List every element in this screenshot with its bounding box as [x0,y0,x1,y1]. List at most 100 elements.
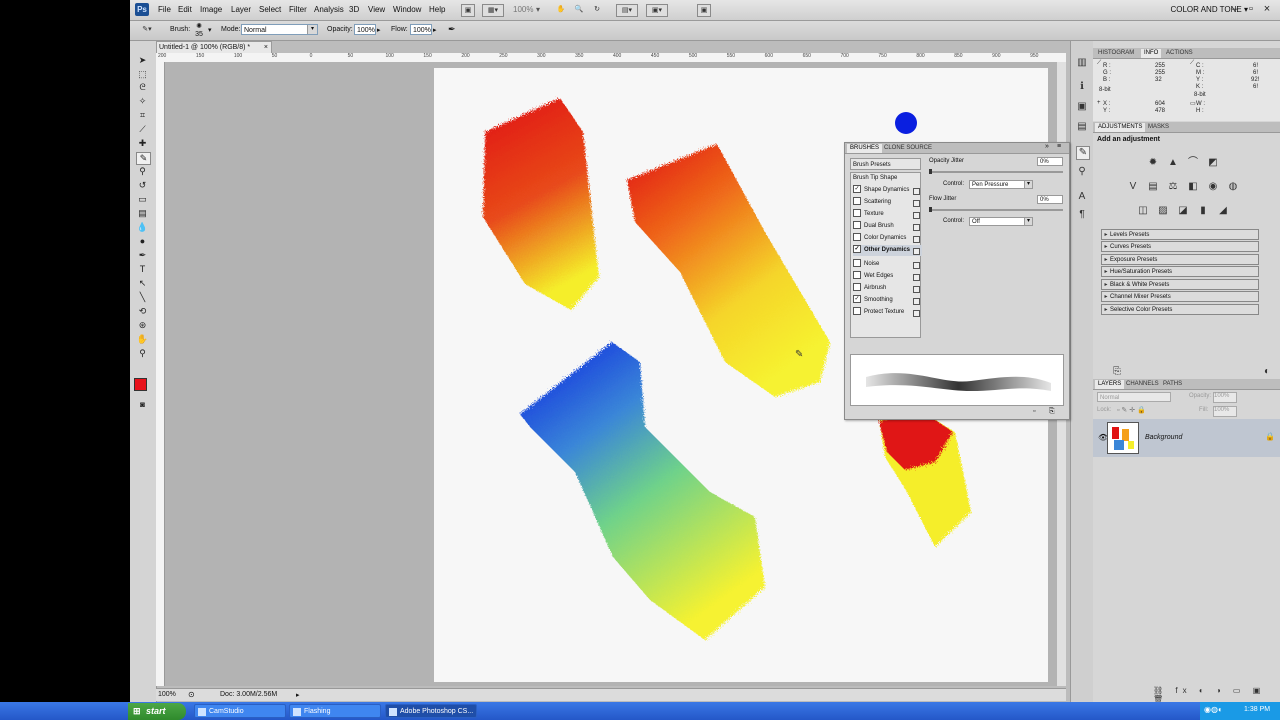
3d-rotate-tool-icon[interactable]: ⟲ [136,306,149,317]
eyedropper-tool-icon[interactable]: ⟋ [136,124,149,135]
levels-presets[interactable]: ▸ Levels Presets [1101,229,1259,240]
black-white-presets[interactable]: ▸ Black & White Presets [1101,279,1259,290]
checkbox[interactable] [853,209,861,218]
dual-brush-item[interactable]: Dual Brush [853,221,922,232]
checkbox[interactable]: ✓ [853,185,861,194]
curves-icon[interactable]: ⌒ [1187,157,1199,169]
tab-paths[interactable]: PATHS [1160,380,1185,389]
arrange-documents-icon[interactable]: ▤▾ [616,4,638,17]
mode-select[interactable]: Normal ▾ [241,24,318,35]
quick-select-tool-icon[interactable]: ✧ [136,96,149,107]
move-tool-icon[interactable]: ➤ [136,55,149,66]
navigator-panel-icon[interactable]: ▣ [1076,101,1088,113]
exposure-icon[interactable]: ◩ [1207,157,1219,169]
histogram-panel-icon[interactable]: ▥ [1076,57,1088,69]
noise-item[interactable]: Noise [853,259,922,270]
opacity-slider-icon[interactable]: ▸ [377,26,381,34]
view-extras-icon[interactable]: ▦▾ [482,4,504,17]
adjustments-menu-icon[interactable]: ◐ [1261,366,1273,378]
bridge-icon[interactable]: ▣ [461,4,475,17]
brush-dropdown-icon[interactable]: ▾ [208,26,212,34]
history-brush-tool-icon[interactable]: ↺ [136,180,149,191]
opacity-jitter-input[interactable]: 0% [1037,157,1063,166]
airbrush-item[interactable]: Airbrush [853,283,922,294]
menu-edit[interactable]: Edit [178,5,192,14]
tab-histogram[interactable]: HISTOGRAM [1095,49,1137,58]
menu-layer[interactable]: Layer [231,5,251,14]
clone-stamp-tool-icon[interactable]: ⚲ [136,166,149,177]
clone-source-panel-icon[interactable]: ⚲ [1076,166,1088,178]
flow-slider-icon[interactable]: ▸ [433,26,437,34]
brushes-panel-icon[interactable]: ✎ [1076,146,1090,160]
panel-menu-icon[interactable]: ≡ [1057,143,1061,150]
layer-name[interactable]: Background [1145,434,1182,441]
checkbox[interactable] [853,197,861,206]
lock-icon[interactable] [913,248,920,255]
character-panel-icon[interactable]: A [1076,191,1088,203]
flow-jitter-input[interactable]: 0% [1037,195,1063,204]
close-document-icon[interactable]: × [264,42,268,53]
slider-thumb[interactable] [929,169,932,174]
opacity-jitter-slider[interactable] [929,169,1063,174]
collapse-icon[interactable]: » [1045,143,1049,150]
channel-mixer-icon[interactable]: ◍ [1227,181,1239,193]
menu-help[interactable]: Help [429,5,445,14]
blend-mode-select[interactable]: Normal [1097,392,1171,402]
hue-saturation-presets[interactable]: ▸ Hue/Saturation Presets [1101,266,1259,277]
lock-icon[interactable] [913,200,920,207]
brush-tool-icon[interactable]: ✎ [136,152,151,165]
tab-adjustments[interactable]: ADJUSTMENTS [1095,123,1146,132]
tab-masks[interactable]: MASKS [1145,123,1172,132]
info-panel-icon[interactable]: ℹ [1076,81,1088,93]
checkbox[interactable] [853,259,861,268]
tab-clone-source[interactable]: CLONE SOURCE [881,144,935,153]
checkbox[interactable] [853,221,861,230]
flow-jitter-slider[interactable] [929,207,1063,212]
new-brush-icon[interactable]: ▫ [1033,408,1035,415]
tray-icons[interactable]: ◉◍◐ [1204,705,1223,714]
zoom-dropdown-icon[interactable]: ▾ [536,5,540,14]
lock-icon[interactable] [913,298,920,305]
zoom-tool-icon[interactable]: 🔍 [573,4,585,15]
start-button[interactable]: ⊞ start [128,703,186,720]
other-dynamics-item[interactable]: ✓ Other Dynamics [853,245,922,256]
dodge-tool-icon[interactable]: ● [136,236,149,247]
taskbar-item-photoshop[interactable]: Adobe Photoshop CS... [385,704,477,718]
selective-color-presets[interactable]: ▸ Selective Color Presets [1101,304,1259,315]
zoom-tool-icon[interactable]: ⚲ [136,348,149,359]
selective-color-icon[interactable]: ◢ [1217,205,1229,217]
rotate-view-icon[interactable]: ↻ [591,4,603,15]
menu-3d[interactable]: 3D [349,5,359,14]
curves-presets[interactable]: ▸ Curves Presets [1101,241,1259,252]
texture-item[interactable]: Texture [853,209,922,220]
channel-mixer-presets[interactable]: ▸ Channel Mixer Presets [1101,291,1259,302]
marquee-tool-icon[interactable]: ⬚ [136,69,149,80]
tab-layers[interactable]: LAYERS [1095,380,1125,389]
maximize-icon[interactable]: ▫ [1244,2,1258,16]
checkbox[interactable] [853,271,861,280]
status-arrow-icon[interactable]: ▸ [296,691,300,699]
3d-orbit-tool-icon[interactable]: ⊛ [136,320,149,331]
lock-icon[interactable] [913,224,920,231]
vibrance-icon[interactable]: V [1127,181,1139,193]
brush-presets-button[interactable]: Brush Presets [850,158,921,170]
shape-dynamics-item[interactable]: ✓ Shape Dynamics [853,185,922,196]
menu-select[interactable]: Select [259,5,281,14]
lock-icon[interactable] [913,310,920,317]
slider-thumb[interactable] [929,207,932,212]
screen-mode-icon[interactable]: ▣▾ [646,4,668,17]
path-selection-tool-icon[interactable]: ↖ [136,278,149,289]
control-select-1[interactable]: Pen Pressure ▾ [969,180,1033,189]
exposure-presets[interactable]: ▸ Exposure Presets [1101,254,1259,265]
checkbox[interactable]: ✓ [853,295,861,304]
opacity-input[interactable]: 100% [354,24,376,35]
lock-icons[interactable]: ▫ ✎ ✛ 🔒 [1117,406,1146,414]
flow-input[interactable]: 100% [410,24,432,35]
hand-tool-icon[interactable]: ✋ [136,334,149,345]
invert-icon[interactable]: ◫ [1137,205,1149,217]
tab-brushes[interactable]: BRUSHES [847,144,883,153]
minimize-icon[interactable]: – [1228,2,1242,16]
blur-tool-icon[interactable]: 💧 [136,222,149,233]
menu-file[interactable]: File [158,5,171,14]
lock-icon[interactable] [913,274,920,281]
